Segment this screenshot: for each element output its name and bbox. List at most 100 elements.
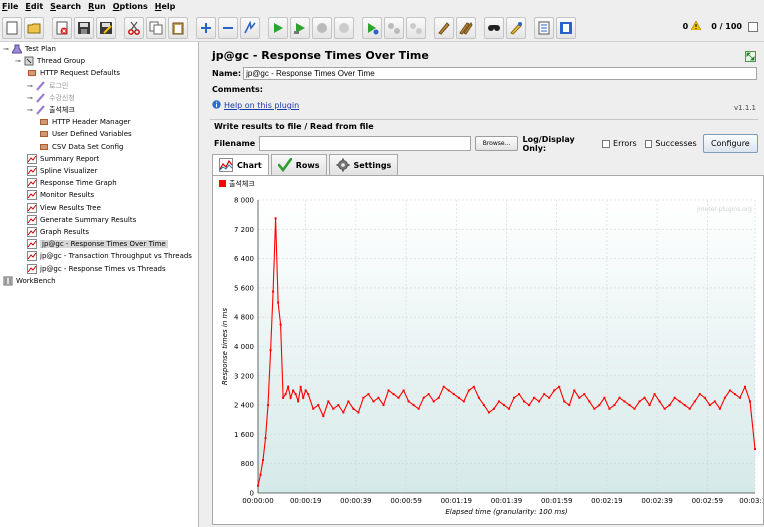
cut-button[interactable] — [124, 16, 144, 39]
configure-button[interactable]: Configure — [702, 134, 758, 153]
tree-spline-visualizer[interactable]: Spline Visualizer — [27, 165, 97, 177]
remote-start-button[interactable] — [362, 16, 382, 39]
menu-options[interactable]: Options — [113, 2, 148, 11]
tree-toggle-icon[interactable]: ⊸ — [15, 57, 22, 65]
data-point — [487, 411, 490, 414]
tree-graph-results[interactable]: Graph Results — [27, 226, 89, 238]
data-point — [289, 396, 292, 399]
x-tick-label: 00:03:18 — [739, 497, 763, 505]
tree-node-label: Spline Visualizer — [40, 167, 98, 175]
tree-response-times-over-time[interactable]: jp@gc - Response Times Over Time — [27, 238, 168, 250]
stop-button[interactable] — [312, 16, 332, 39]
tree-attendance-check[interactable]: ⊸ 출석체크 — [27, 104, 75, 116]
menu-edit[interactable]: Edit — [25, 2, 43, 11]
tree-csv-data-set-config[interactable]: CSV Data Set Config — [39, 141, 123, 153]
data-point — [578, 396, 581, 399]
checkmark-icon — [277, 158, 292, 172]
save-button[interactable] — [74, 16, 94, 39]
data-point — [279, 323, 282, 326]
tree-transaction-throughput-vs-threads[interactable]: jp@gc - Transaction Throughput vs Thread… — [27, 250, 192, 262]
function-helper-icon — [538, 21, 550, 34]
data-point — [352, 407, 355, 410]
sampler-icon — [36, 80, 46, 91]
successes-checkbox[interactable] — [644, 139, 653, 148]
tab-chart[interactable]: Chart — [212, 154, 269, 175]
tree-view-results-tree[interactable]: View Results Tree — [27, 202, 101, 214]
help-button[interactable] — [556, 16, 576, 39]
errors-label: Errors — [613, 139, 637, 148]
close-button[interactable] — [52, 16, 72, 39]
write-results-box: Write results to file / Read from file F… — [210, 119, 758, 153]
new-button[interactable] — [2, 16, 22, 39]
start-no-pause-button[interactable] — [290, 16, 310, 39]
tree-node-label: 출석체크 — [49, 106, 75, 114]
y-tick-label: 2 400 — [234, 402, 254, 410]
toggle-button[interactable] — [240, 16, 260, 39]
data-point — [342, 411, 345, 414]
data-point — [307, 393, 310, 396]
start-button[interactable] — [268, 16, 288, 39]
maximize-icon[interactable] — [745, 51, 756, 62]
menu-run[interactable]: Run — [88, 2, 106, 11]
tree-thread-group[interactable]: ⊸ Thread Group — [15, 55, 85, 67]
tree-response-times-vs-threads[interactable]: jp@gc - Response Times vs Threads — [27, 263, 166, 275]
expand-button[interactable] — [196, 16, 216, 39]
tree-node-label: jp@gc - Response Times Over Time — [40, 240, 168, 249]
tree-test-plan[interactable]: ⊸ Test Plan — [3, 43, 56, 55]
data-point — [573, 389, 576, 392]
menu-help[interactable]: Help — [155, 2, 176, 11]
listener-icon — [27, 251, 37, 262]
tree-http-header-manager[interactable]: HTTP Header Manager — [39, 116, 131, 128]
tree-toggle-icon[interactable]: ⊸ — [27, 106, 34, 114]
x-tick-label: 00:02:59 — [692, 497, 723, 505]
tree-generate-summary-results[interactable]: Generate Summary Results — [27, 214, 136, 226]
data-point — [658, 400, 661, 403]
listener-icon — [27, 239, 37, 250]
tree-node-label: 로그인 — [49, 81, 69, 90]
tree-toggle-icon[interactable]: ⊸ — [3, 45, 10, 53]
clear-all-button[interactable] — [456, 16, 476, 39]
tree-course-registration[interactable]: ⊸ 수강신청 — [27, 92, 75, 104]
tree-response-time-graph[interactable]: Response Time Graph — [27, 177, 117, 189]
function-helper-button[interactable] — [534, 16, 554, 39]
open-button[interactable] — [24, 16, 44, 39]
copy-button[interactable] — [146, 16, 166, 39]
comments-label: Comments: — [212, 85, 263, 94]
tree-user-defined-variables[interactable]: User Defined Variables — [39, 128, 132, 140]
name-input[interactable] — [243, 67, 758, 80]
tab-rows[interactable]: Rows — [270, 154, 327, 175]
data-point — [392, 393, 395, 396]
data-point — [457, 396, 460, 399]
remote-shutdown-button[interactable] — [406, 16, 426, 39]
x-tick-label: 00:00:39 — [340, 497, 371, 505]
x-tick-label: 00:01:59 — [541, 497, 572, 505]
clear-button[interactable] — [434, 16, 454, 39]
collapse-button[interactable] — [218, 16, 238, 39]
tree-workbench[interactable]: WorkBench — [3, 275, 56, 287]
remote-stop-button[interactable] — [384, 16, 404, 39]
data-point — [553, 389, 556, 392]
tab-settings-label: Settings — [353, 160, 392, 170]
tree-toggle-icon[interactable]: ⊸ — [27, 82, 34, 90]
tab-settings[interactable]: Settings — [328, 154, 399, 175]
workbench-icon — [3, 276, 13, 286]
data-point — [462, 400, 465, 403]
menu-file[interactable]: File — [2, 2, 18, 11]
paste-button[interactable] — [168, 16, 188, 39]
filename-input[interactable] — [259, 136, 471, 151]
help-link[interactable]: Help on this plugin — [224, 101, 299, 110]
save-as-button[interactable] — [96, 16, 116, 39]
errors-checkbox[interactable] — [602, 139, 611, 148]
reset-search-button[interactable] — [506, 16, 526, 39]
tree-http-request-defaults[interactable]: HTTP Request Defaults — [27, 67, 120, 79]
tree-monitor-results[interactable]: Monitor Results — [27, 189, 94, 201]
data-point — [748, 400, 751, 403]
tree-summary-report[interactable]: Summary Report — [27, 153, 99, 165]
search-button[interactable] — [484, 16, 504, 39]
data-point — [533, 396, 536, 399]
shutdown-button[interactable] — [334, 16, 354, 39]
tree-login[interactable]: ⊸ 로그인 — [27, 80, 68, 92]
menu-search[interactable]: Search — [50, 2, 81, 11]
tree-toggle-icon[interactable]: ⊸ — [27, 94, 34, 102]
browse-button[interactable]: Browse... — [474, 136, 519, 151]
